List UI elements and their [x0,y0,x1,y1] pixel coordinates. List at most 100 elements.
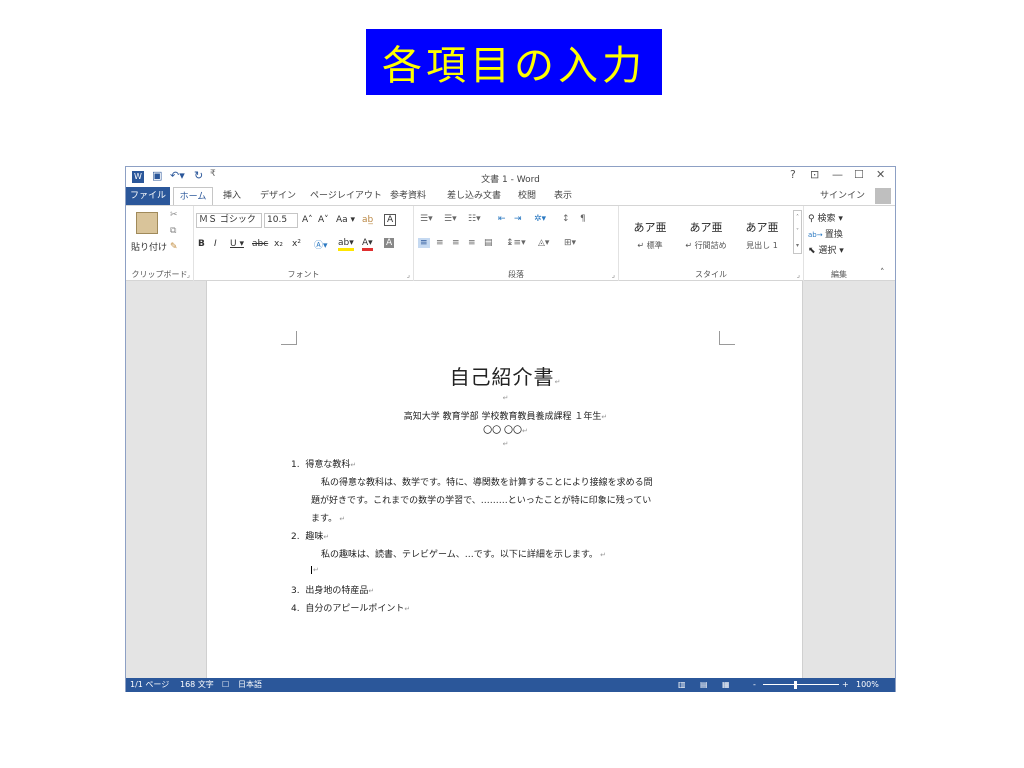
multilevel-list-icon[interactable]: ☷▾ [468,214,481,224]
change-case-button[interactable]: Aa ▾ [336,215,355,225]
paragraph-group-label: 段落 [508,270,524,279]
cut-icon[interactable]: ✂ [170,210,178,220]
tab-view[interactable]: 表示 [554,187,572,205]
shading-icon[interactable]: ◬▾ [538,238,549,248]
word-count[interactable]: 168 文字 [180,678,214,692]
zoom-slider-thumb[interactable] [794,681,797,689]
clear-format-button[interactable]: ab̲ [362,215,373,225]
ribbon-display-options-button[interactable]: ⊡ [810,168,819,181]
list-item-1-body-line: ます。 ↵ [311,514,346,524]
highlight-icon[interactable]: ab▾ [338,238,354,251]
align-left-icon[interactable]: ≡ [418,238,430,248]
maximize-button[interactable]: ☐ [854,168,864,181]
style-normal[interactable]: あア亜 ↵ 標準 [623,212,677,256]
page-count[interactable]: 1/1 ページ [130,678,169,692]
font-name-combo[interactable]: ＭＳ ゴシック [196,213,262,228]
document-area: 自己紹介書↵ ↵ 高知大学 教育学部 学校教育教員養成課程 １年生↵ 〇〇 〇〇… [126,281,895,678]
underline-button[interactable]: U ▾ [230,239,244,249]
paragraph-mark: ↵ [554,378,562,386]
char-border-button[interactable]: A [384,214,397,226]
borders-icon[interactable]: ⊞▾ [564,238,576,248]
clipboard-launcher-icon[interactable]: ⌟ [187,271,190,279]
format-painter-icon[interactable]: ✎ [170,242,178,252]
tab-insert[interactable]: 挿入 [223,187,241,205]
style-no-spacing[interactable]: あア亜 ↵ 行間詰め [679,212,733,256]
proofing-icon[interactable]: ☐ [222,678,229,692]
tab-references[interactable]: 参考資料 [390,187,426,205]
style-name: ↵ 行間詰め [685,241,727,250]
styles-launcher-icon[interactable]: ⌟ [797,271,800,279]
select-label: 選択 ▾ [818,246,844,256]
asian-layout-icon[interactable]: ✲▾ [534,214,546,224]
justify-icon[interactable]: ≡ [468,238,476,248]
zoom-out-button[interactable]: - [753,678,756,692]
styles-scroll-icon[interactable]: ˄ ˅ ▾ [793,210,802,254]
print-layout-icon[interactable]: ▤ [700,678,708,692]
tab-file[interactable]: ファイル [126,187,170,205]
grow-font-button[interactable]: A˄ [302,215,313,225]
font-group-label: フォント [287,270,320,279]
list-number: 3. [291,586,300,596]
avatar[interactable] [875,188,891,204]
increase-indent-icon[interactable]: ⇥ [514,214,522,224]
font-size-combo[interactable]: 10.5 [264,213,298,228]
bullets-icon[interactable]: ☰▾ [420,214,433,224]
italic-button[interactable]: I [214,239,217,249]
tab-design[interactable]: デザイン [260,187,296,205]
char-shading-icon[interactable]: A [384,238,395,248]
minimize-button[interactable]: — [832,168,843,181]
web-layout-icon[interactable]: ▦ [722,678,730,692]
replace-button[interactable]: ab→ 置換 [808,227,843,240]
list-item-2-body-line: 私の趣味は、読書、テレビゲーム、…です。以下に詳細を示します。 ↵ [321,550,607,560]
paragraph-launcher-icon[interactable]: ⌟ [612,271,615,279]
list-number: 2. [291,532,300,542]
list-title: 自分のアピールポイント [305,604,405,614]
zoom-in-button[interactable]: + [842,678,849,692]
style-heading-1[interactable]: あア亜 見出し 1 [735,212,789,256]
tab-review[interactable]: 校閲 [518,187,536,205]
tab-home[interactable]: ホーム [173,187,213,205]
title-bar: W ▣ ↶▾ ↻ ₹ 文書 1 - Word ? ⊡ — ☐ ✕ [126,167,895,187]
distribute-icon[interactable]: ▤ [484,238,493,248]
paste-icon[interactable] [136,212,158,234]
tab-mailings[interactable]: 差し込み文書 [447,187,501,205]
decrease-indent-icon[interactable]: ⇤ [498,214,506,224]
align-right-icon[interactable]: ≡ [452,238,460,248]
list-title: 出身地の特産品 [305,586,369,596]
select-button[interactable]: ⬉ 選択 ▾ [808,243,844,256]
align-center-icon[interactable]: ≡ [436,238,444,248]
text-effects-icon[interactable]: Ⓐ▾ [314,238,328,251]
list-item-3-title: 3. 出身地の特産品↵ [291,586,375,596]
tab-page-layout[interactable]: ページレイアウト [310,187,382,205]
collapse-ribbon-icon[interactable]: ˄ [880,268,885,278]
font-launcher-icon[interactable]: ⌟ [407,271,410,279]
subscript-button[interactable]: x₂ [274,239,283,249]
paste-button[interactable]: 貼り付け [131,240,167,253]
find-label: 検索 ▾ [817,214,843,224]
help-button[interactable]: ? [790,168,796,181]
copy-icon[interactable]: ⧉ [170,226,176,236]
document-title: 文書 1 - Word [481,175,540,185]
zoom-slider[interactable] [763,684,839,685]
shrink-font-button[interactable]: A˅ [318,215,329,225]
language-indicator[interactable]: 日本語 [238,678,262,692]
font-color-icon[interactable]: A▾ [362,238,373,251]
zoom-level[interactable]: 100% [856,678,879,692]
list-item-1-body-line: 私の得意な教科は、数学です。特に、導関数を計算することにより接線を求める問 [321,475,653,488]
show-marks-icon[interactable]: ¶ [580,214,586,224]
document-page[interactable]: 自己紹介書↵ ↵ 高知大学 教育学部 学校教育教員養成課程 １年生↵ 〇〇 〇〇… [206,281,803,678]
name-text: 〇〇 〇〇 [483,426,522,436]
line-spacing-icon[interactable]: ↨≡▾ [506,238,526,248]
read-mode-icon[interactable]: ▥ [678,678,686,692]
close-button[interactable]: ✕ [876,168,885,181]
sort-icon[interactable]: ↕ [562,214,570,224]
ribbon-tabs: ファイル ホーム 挿入 デザイン ページレイアウト 参考資料 差し込み文書 校閲… [126,187,895,205]
bold-button[interactable]: B [198,239,205,249]
body-text: 私の趣味は、読書、テレビゲーム、…です。以下に詳細を示します。 [321,550,598,560]
strikethrough-button[interactable]: abc [252,239,268,249]
find-button[interactable]: ⚲ 検索 ▾ [808,211,843,224]
numbering-icon[interactable]: ☰▾ [444,214,457,224]
superscript-button[interactable]: x² [292,239,301,249]
signin-link[interactable]: サインイン [820,187,865,205]
slide-title: 各項目の入力 [366,29,662,95]
